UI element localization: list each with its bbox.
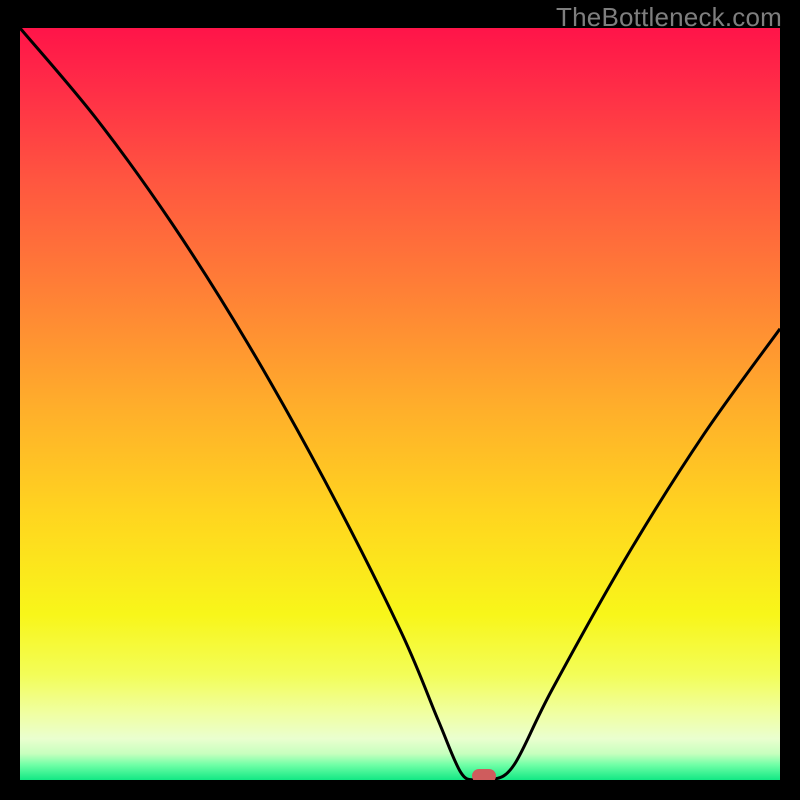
bottleneck-curve [20,28,780,780]
optimum-marker [472,769,496,780]
chart-frame: TheBottleneck.com [0,0,800,800]
curve-layer [20,28,780,780]
plot-area [20,28,780,780]
watermark-text: TheBottleneck.com [556,2,782,33]
